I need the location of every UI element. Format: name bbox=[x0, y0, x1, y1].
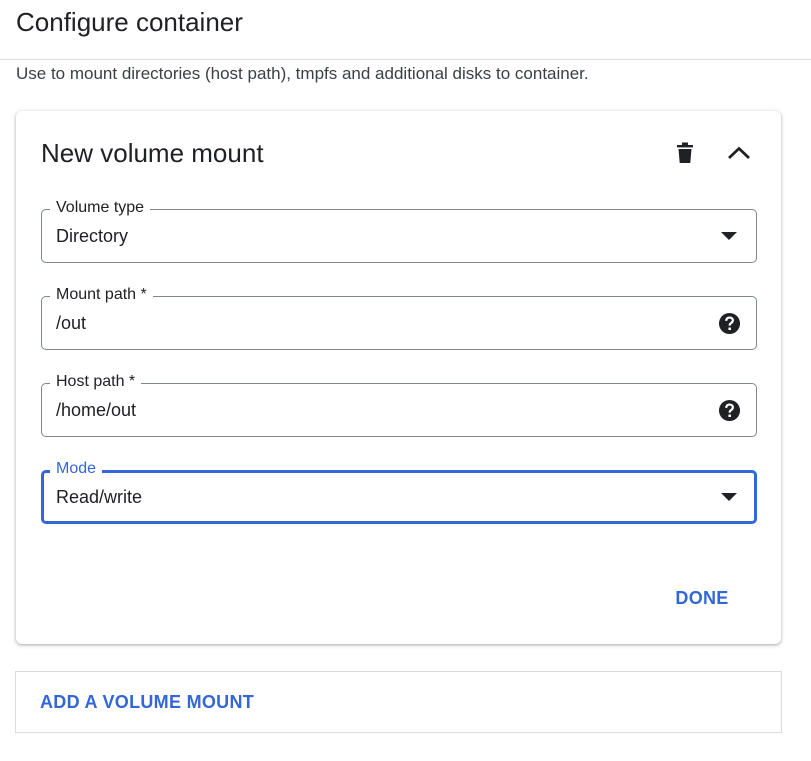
card-title: New volume mount bbox=[41, 138, 264, 168]
collapse-button[interactable] bbox=[721, 135, 757, 171]
mount-path-field[interactable]: Mount path * /out bbox=[41, 285, 757, 350]
mount-path-label: Mount path * bbox=[50, 285, 153, 305]
dropdown-arrow-icon bbox=[716, 484, 742, 510]
trash-icon bbox=[677, 142, 693, 163]
volume-type-select[interactable]: Volume type Directory bbox=[41, 198, 757, 263]
host-path-label: Host path * bbox=[50, 372, 142, 392]
section-description: Use to mount directories (host path), tm… bbox=[16, 64, 589, 83]
add-volume-mount-button[interactable]: ADD A VOLUME MOUNT bbox=[40, 691, 254, 713]
volume-type-value: Directory bbox=[56, 226, 129, 246]
host-path-input[interactable]: /home/out bbox=[56, 399, 136, 421]
volume-type-label: Volume type bbox=[50, 198, 151, 218]
dropdown-arrow-icon bbox=[716, 223, 742, 249]
page-title: Configure container bbox=[16, 7, 243, 37]
add-volume-mount-section: ADD A VOLUME MOUNT bbox=[15, 671, 782, 733]
delete-volume-button[interactable] bbox=[667, 135, 703, 171]
mode-label: Mode bbox=[50, 459, 103, 479]
mode-value: Read/write bbox=[56, 487, 143, 507]
help-icon[interactable] bbox=[716, 397, 742, 423]
mode-select[interactable]: Mode Read/write bbox=[41, 459, 757, 524]
configure-container-page: Configure container Use to mount directo… bbox=[0, 0, 811, 761]
mount-path-input[interactable]: /out bbox=[56, 312, 86, 334]
host-path-field[interactable]: Host path * /home/out bbox=[41, 372, 757, 437]
chevron-up-icon bbox=[728, 146, 750, 160]
done-button[interactable]: DONE bbox=[664, 580, 740, 616]
volume-mount-card: New volume mount Volume type Directory M… bbox=[16, 111, 781, 644]
page-header: Configure container bbox=[0, 0, 811, 60]
help-icon[interactable] bbox=[716, 310, 742, 336]
